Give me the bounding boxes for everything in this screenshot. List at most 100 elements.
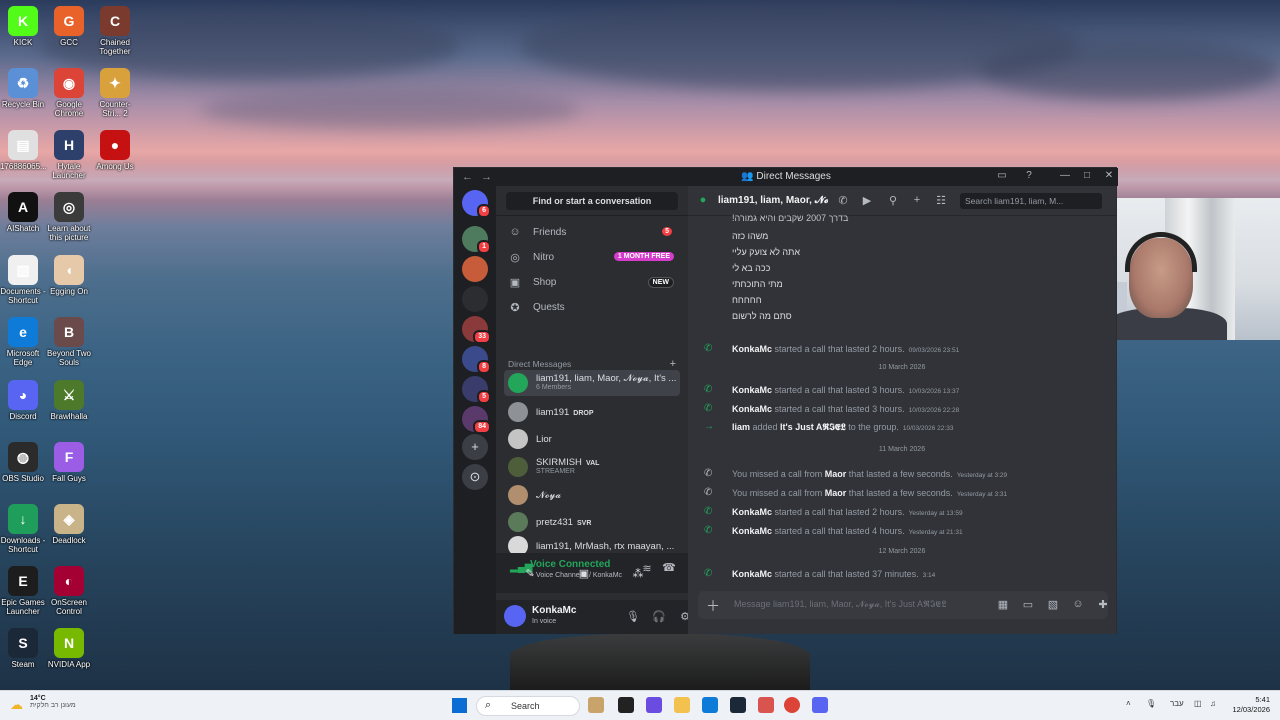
- desktop-icon[interactable]: ◐ OnScreen Control: [46, 564, 92, 626]
- pin-icon[interactable]: ⚲: [886, 194, 900, 207]
- taskbar-app-explorer[interactable]: [674, 697, 690, 713]
- desktop-icon[interactable]: ◎ Learn about this picture: [46, 190, 92, 252]
- desktop-icon[interactable]: A AIShatch: [0, 190, 46, 252]
- headset-icon[interactable]: 🎧: [652, 610, 666, 623]
- taskbar-app-chrome[interactable]: [784, 697, 800, 713]
- tray-expand-icon[interactable]: ˄: [1126, 699, 1131, 708]
- user-name[interactable]: KonkaMc: [732, 385, 772, 395]
- desktop-icon[interactable]: ⚔ Brawlhalla: [46, 378, 92, 440]
- dm-item[interactable]: Lior: [504, 426, 680, 452]
- taskbar-app-game[interactable]: [588, 697, 604, 713]
- user-name[interactable]: KonkaMc: [732, 404, 772, 414]
- taskbar-search[interactable]: ⌕ Search: [476, 696, 580, 716]
- taskbar-app-teams[interactable]: [646, 697, 662, 713]
- user-name[interactable]: KonkaMc: [732, 344, 772, 354]
- chat-search-input[interactable]: Search liam191, liam, M...: [960, 193, 1102, 209]
- members-list-icon[interactable]: ☷: [934, 194, 948, 207]
- voice-title[interactable]: Voice Connected: [530, 559, 610, 570]
- apps-icon[interactable]: ✚: [1096, 598, 1110, 611]
- user-name[interactable]: KonkaMc: [732, 526, 772, 536]
- desktop-icon[interactable]: C Chained Together: [92, 4, 138, 66]
- user-name[interactable]: Maor: [825, 488, 847, 498]
- taskbar-app-taskview[interactable]: [618, 697, 634, 713]
- taskbar-app-gcc[interactable]: [758, 697, 774, 713]
- added-user-name[interactable]: It's Just A𝕽𝕴𝕰𝕷: [780, 422, 846, 432]
- maximize-icon[interactable]: □: [1080, 170, 1094, 184]
- taskbar-app-steam[interactable]: [730, 697, 746, 713]
- gift-icon[interactable]: ▦: [996, 598, 1010, 611]
- emoji-icon[interactable]: ☺: [1071, 598, 1085, 610]
- voice-call-icon[interactable]: ✆: [836, 194, 850, 207]
- desktop-icon[interactable]: ▥ Documents - Shortcut: [0, 253, 46, 315]
- add-members-icon[interactable]: +: [910, 194, 924, 206]
- nav-nitro[interactable]: ◎ Nitro 1 MONTH FREE: [504, 247, 680, 269]
- desktop-icon[interactable]: ◖ Egging On: [46, 253, 92, 315]
- desktop-icon[interactable]: ◈ Deadlock: [46, 502, 92, 564]
- desktop-icon[interactable]: F Fall Guys: [46, 440, 92, 502]
- screen-share-icon[interactable]: ▣: [576, 567, 592, 583]
- desktop-icon[interactable]: ✦ Counter-Stri... 2: [92, 66, 138, 128]
- activities-icon[interactable]: ⁂: [630, 567, 646, 583]
- find-conversation-button[interactable]: Find or start a conversation: [506, 192, 678, 210]
- clock[interactable]: 5:41 12/03/2026: [1224, 695, 1270, 715]
- volume-icon[interactable]: ♫: [1210, 699, 1216, 708]
- username[interactable]: KonkaMc: [532, 605, 576, 616]
- inbox-icon[interactable]: ▭: [995, 170, 1009, 184]
- create-dm-icon[interactable]: +: [670, 358, 676, 370]
- desktop-icon[interactable]: ● Among Us: [92, 128, 138, 190]
- user-name[interactable]: KonkaMc: [732, 507, 772, 517]
- help-icon[interactable]: ?: [1022, 170, 1036, 184]
- minimize-icon[interactable]: —: [1058, 170, 1072, 184]
- language-indicator[interactable]: עבר: [1170, 699, 1184, 708]
- microphone-icon[interactable]: 🎙: [626, 610, 640, 623]
- desktop-icon[interactable]: ♻ Recycle Bin: [0, 66, 46, 128]
- desktop-icon[interactable]: G GCC: [46, 4, 92, 66]
- desktop-icon[interactable]: e Microsoft Edge: [0, 315, 46, 377]
- gif-icon[interactable]: ▭: [1021, 598, 1035, 611]
- message-input[interactable]: Message liam191, liam, Maor, 𝓝𝓸𝔂𝓪, It's …: [734, 599, 984, 610]
- desktop-icon[interactable]: S Steam: [0, 626, 46, 688]
- desktop-icon[interactable]: ▤ 176886065...: [0, 128, 47, 190]
- server-icon[interactable]: 33: [462, 316, 491, 344]
- server-icon[interactable]: 84: [462, 406, 491, 434]
- dm-item[interactable]: pretz431 SVR: [504, 509, 680, 535]
- server-icon[interactable]: 5: [462, 376, 491, 404]
- desktop-icon[interactable]: N NVIDIA App: [46, 626, 92, 688]
- disconnect-icon[interactable]: ☎: [662, 561, 676, 574]
- desktop-icon[interactable]: ◉ Google Chrome: [46, 66, 92, 128]
- start-button[interactable]: [452, 698, 467, 713]
- chat-title[interactable]: liam191, liam, Maor, 𝓝𝓸𝔂𝓪: [718, 195, 828, 206]
- desktop-icon[interactable]: E Epic Games Launcher: [0, 564, 46, 626]
- desktop-icon[interactable]: B Beyond Two Souls: [46, 315, 92, 377]
- discord-home-icon[interactable]: 6: [462, 190, 491, 218]
- add-server-icon[interactable]: +: [462, 434, 488, 460]
- close-icon[interactable]: ✕: [1102, 170, 1116, 184]
- desktop-icon[interactable]: K KICK: [0, 4, 46, 66]
- user-name[interactable]: Maor: [825, 469, 847, 479]
- video-call-icon[interactable]: ▶: [860, 194, 874, 207]
- server-icon[interactable]: [462, 286, 488, 312]
- camera-icon[interactable]: ✎: [522, 567, 538, 583]
- nav-friends[interactable]: ☺ Friends 5: [504, 222, 680, 244]
- server-icon[interactable]: 8: [462, 346, 491, 374]
- dm-item[interactable]: 𝓝𝓸𝔂𝓪: [504, 482, 680, 508]
- nav-shop[interactable]: ▣ Shop NEW: [504, 272, 680, 294]
- server-icon[interactable]: 1: [462, 226, 491, 254]
- wifi-icon[interactable]: ◫: [1194, 699, 1202, 708]
- user-name[interactable]: KonkaMc: [732, 569, 772, 579]
- weather-widget[interactable]: ☁ 14°C מעונן רב חלקית: [8, 695, 76, 712]
- server-icon[interactable]: [462, 256, 488, 282]
- discover-icon[interactable]: ⊙: [462, 464, 488, 490]
- nav-quests[interactable]: ✪ Quests: [504, 297, 680, 319]
- dm-item[interactable]: liam191, liam, Maor, 𝓝𝓸𝔂𝓪, It's ... 6 Mem…: [504, 370, 680, 396]
- user-name[interactable]: liam: [732, 422, 750, 432]
- tray-mic-icon[interactable]: 🎙: [1146, 699, 1156, 708]
- dm-item[interactable]: SKIRMISH VAL STREAMER: [504, 454, 680, 480]
- taskbar-app-edge[interactable]: [702, 697, 718, 713]
- taskbar-app-discord[interactable]: [812, 697, 828, 713]
- sticker-icon[interactable]: ▧: [1046, 598, 1060, 611]
- attach-plus-icon[interactable]: ＋: [706, 596, 720, 616]
- desktop-icon[interactable]: ◕ Discord: [0, 378, 46, 440]
- desktop-icon[interactable]: ↓ Downloads - Shortcut: [0, 502, 46, 564]
- dm-item[interactable]: liam191, MrMash, rtx maayan, ...: [504, 533, 680, 556]
